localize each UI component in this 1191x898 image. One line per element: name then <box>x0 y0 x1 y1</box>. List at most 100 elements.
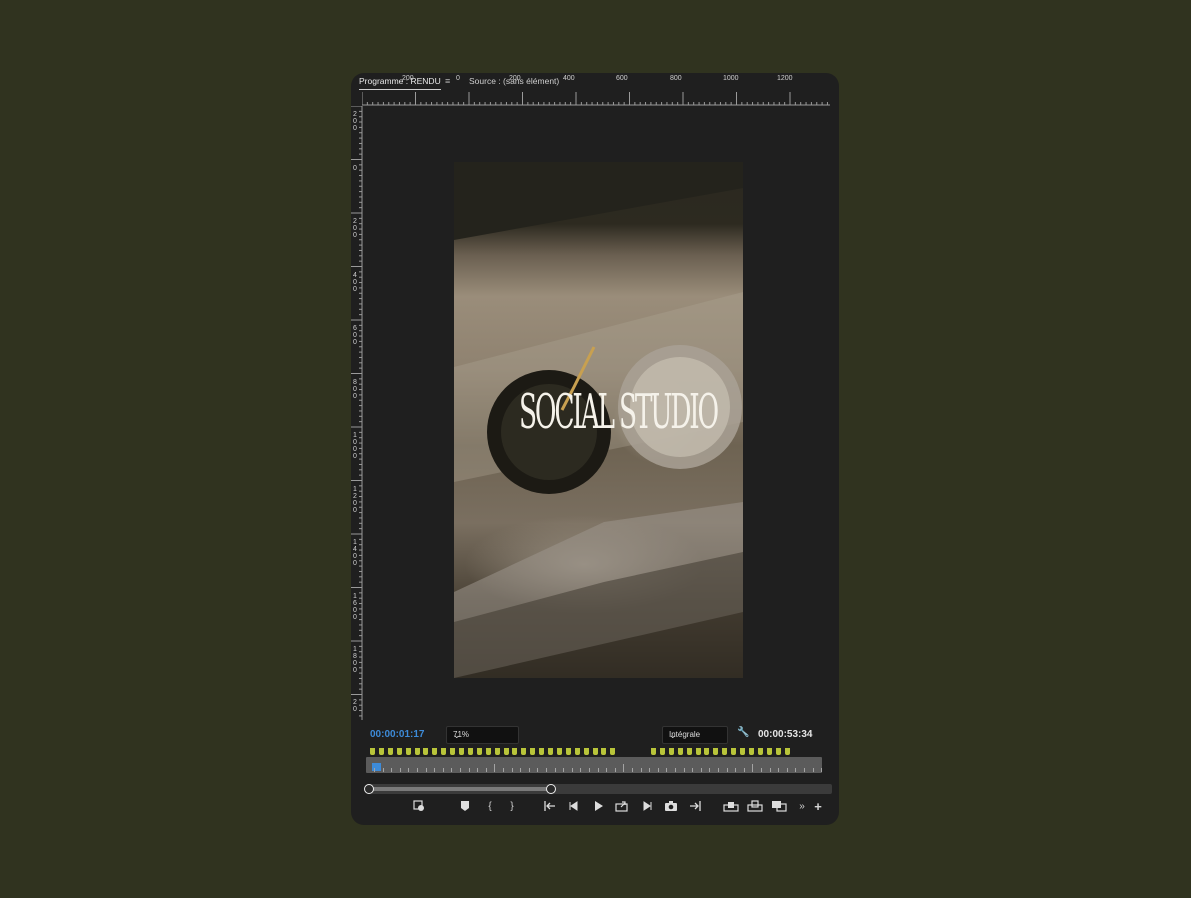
go-to-out-icon[interactable] <box>688 800 702 814</box>
timeline-tick <box>804 768 805 772</box>
timeline-marker[interactable] <box>405 748 411 755</box>
timeline-marker[interactable] <box>583 748 589 755</box>
ruler-label: 4 0 0 <box>353 272 357 293</box>
monitor-controls-row: 00:00:01:17 71% ⌄ Intégrale ⌄ 🔧 00:00:53… <box>351 725 839 745</box>
timeline-marker[interactable] <box>370 748 375 755</box>
timeline-tick <box>494 764 496 772</box>
zoom-scrollbar[interactable] <box>364 784 832 794</box>
ruler-label: 8 0 0 <box>353 379 357 400</box>
go-to-in-icon[interactable] <box>543 800 557 814</box>
timeline-marker[interactable] <box>423 748 429 755</box>
insert-icon[interactable] <box>723 800 739 814</box>
ruler-label: 200 <box>509 75 521 82</box>
timeline-marker[interactable] <box>378 748 384 755</box>
chevron-down-icon: ⌄ <box>669 730 677 740</box>
timeline-marker[interactable] <box>512 748 518 755</box>
timeline-marker[interactable] <box>414 748 420 755</box>
timeline-tick <box>640 768 642 772</box>
timeline-marker[interactable] <box>556 748 562 755</box>
timeline-marker[interactable] <box>740 748 745 755</box>
add-button-icon[interactable]: + <box>812 800 824 814</box>
timeline-marker[interactable] <box>539 748 545 755</box>
timeline-tick <box>399 768 401 772</box>
ruler-horizontal <box>362 92 830 106</box>
timeline-marker[interactable] <box>387 748 393 755</box>
timeline-marker[interactable] <box>731 748 737 755</box>
mark-out-icon[interactable]: } <box>507 800 517 814</box>
timeline-marker[interactable] <box>677 748 683 755</box>
overwrite-icon[interactable] <box>747 800 763 814</box>
timeline-tick <box>468 768 470 772</box>
timeline-tick <box>580 768 582 772</box>
timeline-marker[interactable] <box>601 748 607 755</box>
mini-timeline[interactable] <box>366 757 823 773</box>
more-controls-icon[interactable]: » <box>797 800 807 814</box>
timeline-tick <box>761 768 762 772</box>
timeline-marker[interactable] <box>432 748 438 755</box>
zoom-scrollbar-fill <box>366 787 550 791</box>
timeline-tick <box>709 768 711 772</box>
play-button[interactable] <box>592 800 604 814</box>
timeline-marker[interactable] <box>704 748 710 755</box>
timeline-marker[interactable] <box>695 748 701 755</box>
mark-in-icon[interactable]: { <box>485 800 495 814</box>
timeline-marker[interactable] <box>610 748 616 755</box>
timeline-marker[interactable] <box>441 748 447 755</box>
playback-resolution-select[interactable]: Intégrale ⌄ <box>662 726 728 744</box>
timeline-marker[interactable] <box>592 748 598 755</box>
ruler-label: 1 2 0 0 <box>353 486 357 514</box>
timeline-marker[interactable] <box>565 748 571 755</box>
scroll-handle-start[interactable] <box>364 784 374 794</box>
timeline-marker[interactable] <box>503 748 509 755</box>
panel-menu-icon[interactable]: ≡ <box>445 76 450 86</box>
playhead-timecode[interactable]: 00:00:01:17 <box>370 729 424 740</box>
duration-timecode: 00:00:53:34 <box>758 729 813 740</box>
timeline-marker[interactable] <box>766 748 772 755</box>
timeline-tick <box>632 768 633 772</box>
timeline-marker[interactable] <box>459 748 464 755</box>
comparison-view-icon[interactable] <box>771 800 787 814</box>
timeline-marker[interactable] <box>450 748 456 755</box>
add-marker-icon[interactable] <box>459 800 471 814</box>
step-forward-icon[interactable] <box>641 800 653 814</box>
timeline-marker[interactable] <box>651 748 656 755</box>
timeline-marker[interactable] <box>757 748 763 755</box>
timeline-tick <box>589 768 590 772</box>
timeline-tick <box>425 768 427 772</box>
step-back-icon[interactable] <box>568 800 580 814</box>
wrench-icon[interactable]: 🔧 <box>737 727 749 738</box>
timeline-marker[interactable] <box>722 748 728 755</box>
timeline-marker[interactable] <box>668 748 674 755</box>
timeline-marker[interactable] <box>686 748 692 755</box>
timeline-tick <box>700 768 702 772</box>
lift-export-icon[interactable] <box>615 800 629 814</box>
timeline-marker[interactable] <box>548 748 553 755</box>
timeline-marker[interactable] <box>521 748 527 755</box>
timeline-tick <box>511 768 513 772</box>
timeline-marker[interactable] <box>713 748 719 755</box>
timeline-marker[interactable] <box>476 748 482 755</box>
timeline-marker[interactable] <box>659 748 665 755</box>
timeline-tick <box>546 768 547 772</box>
timeline-marker[interactable] <box>485 748 491 755</box>
timeline-tick <box>408 768 410 772</box>
timeline-marker[interactable] <box>396 748 402 755</box>
program-video-frame[interactable]: SOCIAL STUDIO <box>454 162 743 678</box>
timeline-marker[interactable] <box>467 748 473 755</box>
scroll-handle-end[interactable] <box>546 784 556 794</box>
timeline-marker[interactable] <box>748 748 754 755</box>
timeline-tick <box>485 768 487 772</box>
timeline-marker[interactable] <box>775 748 781 755</box>
insert-clip-icon[interactable] <box>412 800 426 814</box>
timeline-marker[interactable] <box>784 748 790 755</box>
timeline-tick <box>417 768 418 772</box>
zoom-level-select[interactable]: 71% ⌄ <box>446 726 519 744</box>
tab-program[interactable]: Programme : RENDU <box>359 76 441 90</box>
camera-icon[interactable] <box>664 800 678 814</box>
timeline-marker[interactable] <box>530 748 536 755</box>
timeline-marker[interactable] <box>494 748 500 755</box>
timeline-tick <box>528 768 530 772</box>
timeline-tick <box>666 768 668 772</box>
timeline-tick <box>623 764 625 772</box>
timeline-marker[interactable] <box>574 748 580 755</box>
